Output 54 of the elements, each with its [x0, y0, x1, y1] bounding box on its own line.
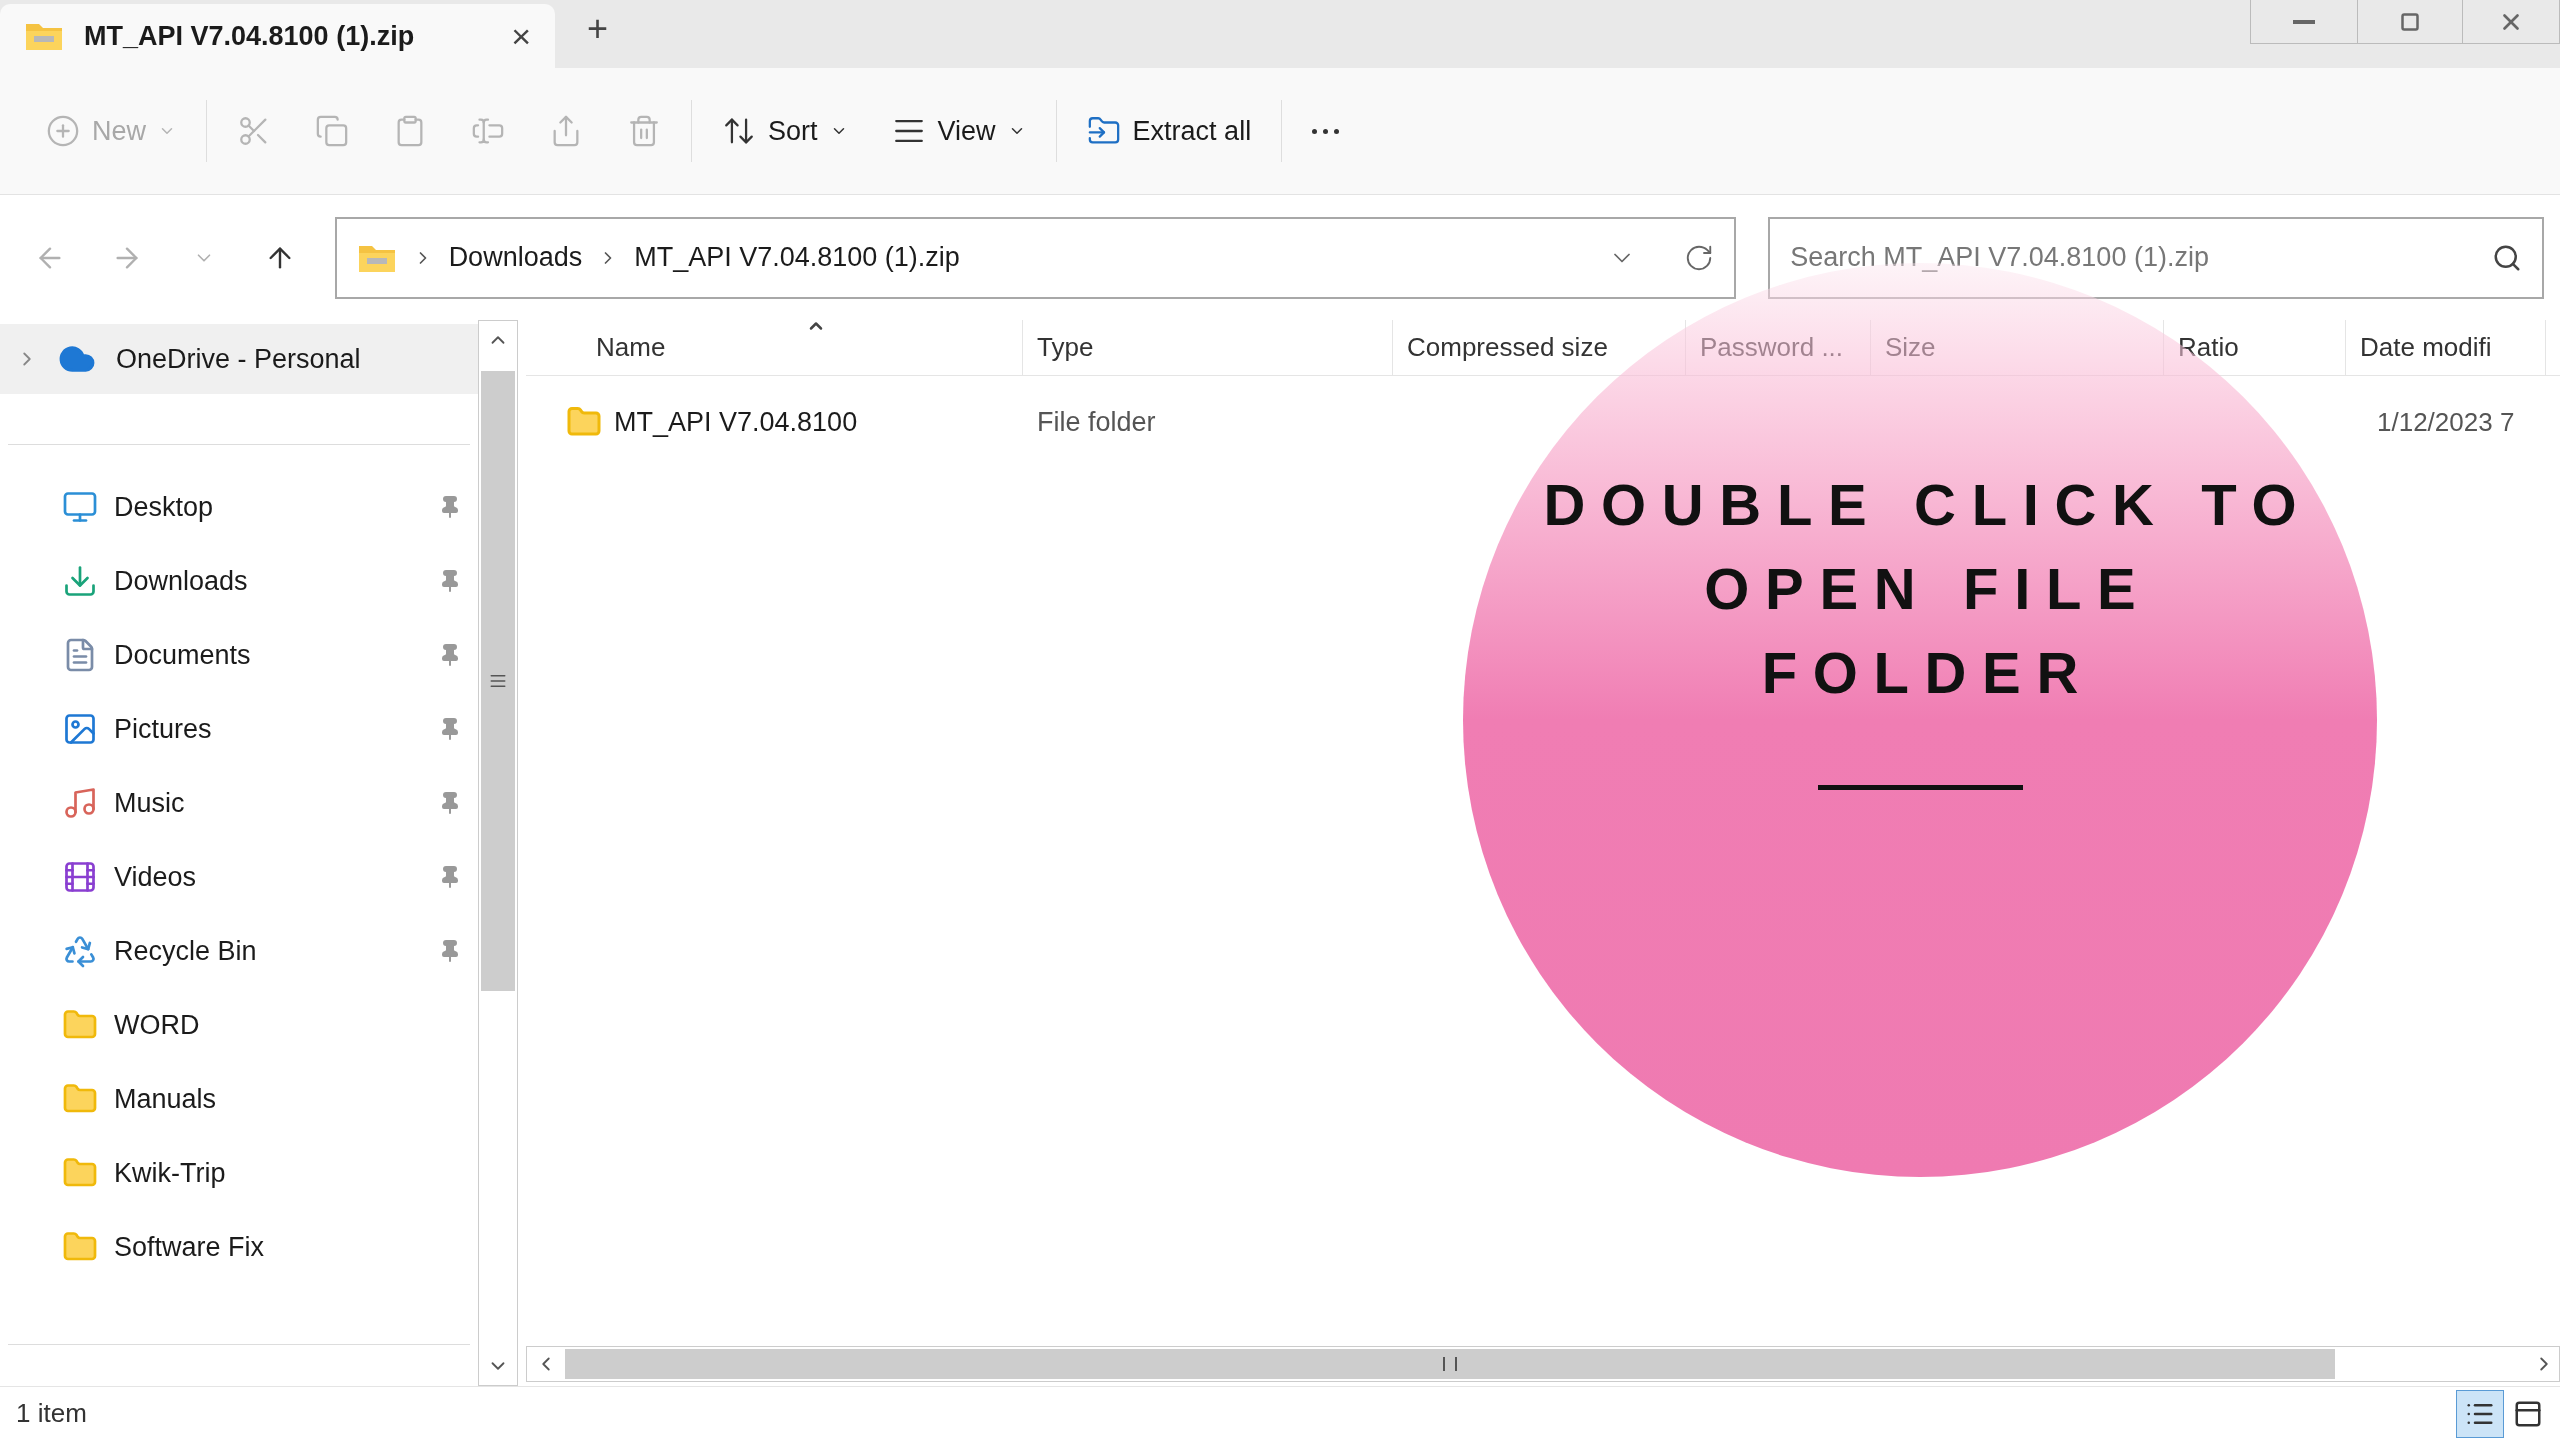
recycle-icon [62, 933, 98, 969]
new-tab-button[interactable]: + [587, 2, 609, 56]
copy-icon [315, 114, 349, 148]
date-modified: 1/12/2023 7 [2376, 405, 2516, 439]
tab-title: MT_API V7.04.8100 (1).zip [84, 19, 416, 53]
sidebar-item[interactable]: Software Fix [0, 1210, 478, 1284]
sidebar-item[interactable]: Manuals [0, 1062, 478, 1136]
sidebar-item[interactable]: Recycle Bin [0, 914, 478, 988]
breadcrumb[interactable]: MT_API V7.04.8100 (1).zip [634, 237, 960, 278]
more-icon [1312, 128, 1340, 134]
plus-circle-icon [46, 114, 80, 148]
extract-all-button[interactable]: Extract all [1064, 96, 1274, 166]
file-row[interactable]: MT_API V7.04.8100 File folder 1/12/2023 7 [526, 386, 2560, 458]
sidebar-item[interactable]: WORD [0, 988, 478, 1062]
window-tab[interactable]: MT_API V7.04.8100 (1).zip × [0, 4, 555, 68]
column-header[interactable]: Type [1023, 320, 1393, 375]
callout-text: OPEN FILE [1703, 555, 2152, 623]
scrollbar-thumb[interactable] [565, 1349, 2335, 1379]
scrollbar-thumb[interactable] [481, 371, 515, 991]
sidebar-item[interactable]: Music [0, 766, 478, 840]
address-bar[interactable]: Downloads MT_API V7.04.8100 (1).zip [334, 216, 1737, 299]
monitor-icon [62, 489, 98, 525]
search-box[interactable]: Search MT_API V7.04.8100 (1).zip [1768, 216, 2544, 299]
view-button[interactable]: View [869, 96, 1048, 166]
grip-icon [489, 672, 507, 690]
sidebar-item[interactable]: Pictures [0, 692, 478, 766]
column-header[interactable]: Date modifi [2346, 320, 2546, 375]
horizontal-scrollbar[interactable] [526, 1346, 2560, 1382]
column-header[interactable]: Name [526, 320, 1023, 375]
callout-text: DOUBLE CLICK TO [1542, 471, 2313, 539]
details-view-button[interactable] [2456, 1389, 2504, 1438]
sidebar-item[interactable]: Desktop [0, 470, 478, 544]
download-icon [62, 563, 98, 599]
music-icon [62, 785, 98, 821]
sidebar-item[interactable]: Kwik-Trip [0, 1136, 478, 1210]
sidebar-item[interactable]: Downloads [0, 544, 478, 618]
sidebar-item[interactable]: Documents [0, 618, 478, 692]
picture-icon [62, 711, 98, 747]
trash-icon [627, 114, 661, 148]
breadcrumb[interactable]: Downloads [448, 237, 583, 278]
minimize-icon [2293, 19, 2315, 24]
grip-icon [1443, 1357, 1457, 1371]
file-name: MT_API V7.04.8100 [614, 405, 858, 439]
film-icon [62, 859, 98, 895]
sort-button[interactable]: Sort [700, 96, 870, 166]
maximize-icon [2400, 11, 2420, 32]
file-type: File folder [1036, 405, 1157, 439]
callout-text: FOLDER [1760, 639, 2094, 707]
search-field[interactable]: Search MT_API V7.04.8100 (1).zip [1790, 237, 2492, 278]
sidebar-item[interactable]: Videos [0, 840, 478, 914]
item-count: 1 item [16, 1397, 87, 1430]
close-tab-button[interactable]: × [511, 10, 531, 62]
vertical-scrollbar[interactable] [478, 320, 518, 1386]
sidebar-item[interactable]: OneDrive - Personal [0, 324, 478, 394]
